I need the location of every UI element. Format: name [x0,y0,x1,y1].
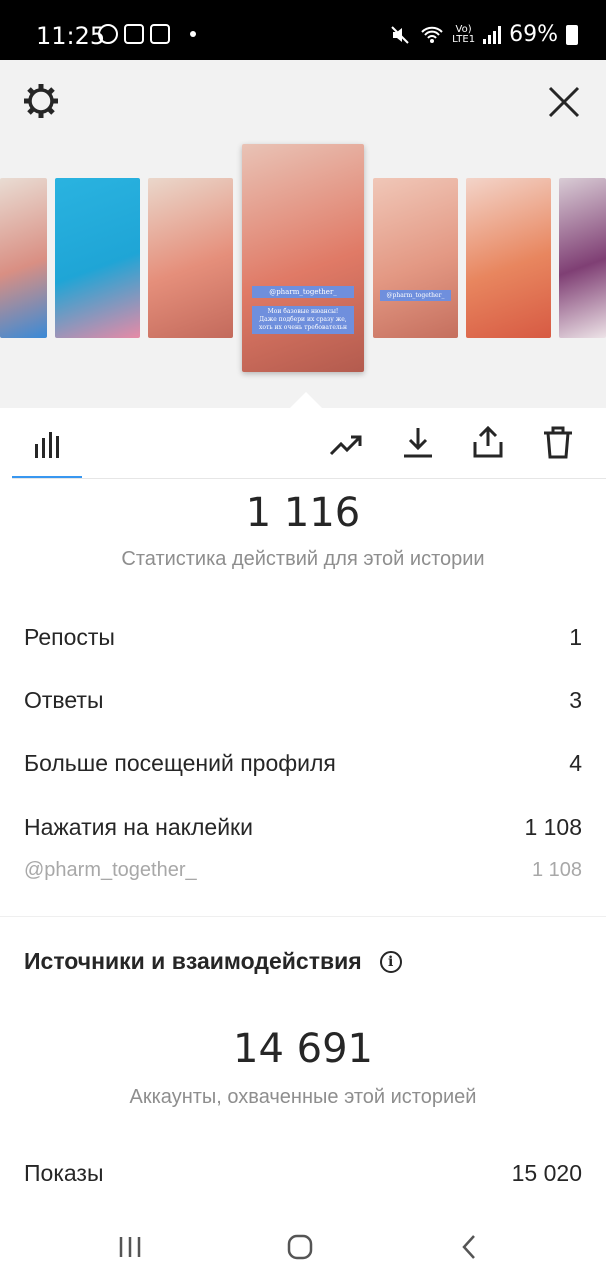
story-thumbnail[interactable] [0,178,47,338]
status-right: Vo) LTE1 69% [390,22,578,47]
stat-label: Больше посещений профиля [24,750,336,776]
story-thumbnail[interactable] [148,178,233,338]
share-icon[interactable] [470,424,506,460]
battery-percent: 69% [509,22,558,47]
trash-icon[interactable] [540,424,576,460]
stat-value: 3 [569,687,582,713]
reach-caption: Аккаунты, охваченные этой историей [129,1086,477,1108]
story-sticker: @pharm_together_ [251,286,355,298]
stat-row-profile-visits: Больше посещений профиля 4 [24,750,582,777]
stat-value: 1 [569,624,582,650]
status-bar: 11:25 Vo) LTE1 69% [0,0,606,60]
gallery-icon [150,24,170,44]
instagram-icon [124,24,144,44]
interactions-total: 1 116 [245,490,361,536]
viber-icon [98,24,118,44]
more-notifications-icon [190,31,196,37]
stat-row-reposts: Репосты 1 [24,624,582,651]
story-actions-bar [0,408,606,480]
reach-total: 14 691 [233,1026,373,1072]
network-label: Vo) LTE1 [452,23,476,45]
close-icon[interactable] [546,84,582,120]
status-time: 11:25 [36,22,106,50]
section-divider [0,916,606,917]
story-thumbnail[interactable]: @pharm_together_ [373,178,458,338]
stat-value: 4 [569,750,582,776]
stat-label: Нажатия на наклейки [24,814,253,840]
stat-row-impressions: Показы 15 020 [24,1160,582,1187]
stat-label: Репосты [24,624,115,650]
trend-icon[interactable] [328,426,364,462]
stat-row-replies: Ответы 3 [24,687,582,714]
notification-icons [98,24,196,44]
back-icon[interactable] [450,1232,490,1262]
interactions-caption: Статистика действий для этой истории [121,548,485,570]
system-nav-bar [0,1210,606,1280]
stat-label: @pharm_together_ [24,859,197,881]
selected-story-pointer [290,392,322,408]
story-sticker: @pharm_together_ [379,290,452,301]
stat-value: 15 020 [511,1160,582,1186]
download-icon[interactable] [400,424,436,460]
recent-apps-icon[interactable] [110,1232,150,1262]
stat-value: 1 108 [531,859,582,881]
story-thumbnail[interactable] [55,178,140,338]
stat-value: 1 108 [524,814,582,840]
story-thumbnail[interactable] [466,178,551,338]
section-title-discovery: Источники и взаимодействия i [24,948,402,975]
stat-label: Показы [24,1160,104,1186]
story-thumbnail[interactable] [559,178,606,338]
battery-icon [566,24,578,45]
home-icon[interactable] [280,1232,320,1262]
mute-icon [391,25,409,44]
bar-chart-icon[interactable] [30,426,66,462]
stat-label: Ответы [24,687,104,713]
stat-row-sticker-taps: Нажатия на наклейки 1 108 [24,814,582,841]
info-icon[interactable]: i [379,950,402,973]
gear-icon[interactable] [22,82,60,120]
signal-icon [483,25,502,44]
story-thumbnails: @pharm_together_ Мои базовые нюансы! Даж… [0,140,606,380]
story-caption: Мои базовые нюансы! Даже подбери их сраз… [251,306,355,334]
story-thumbnail-selected[interactable]: @pharm_together_ Мои базовые нюансы! Даж… [242,144,364,372]
stat-row-sticker-mention[interactable]: @pharm_together_ 1 108 [24,859,582,882]
wifi-icon [421,26,443,43]
divider [12,478,606,479]
